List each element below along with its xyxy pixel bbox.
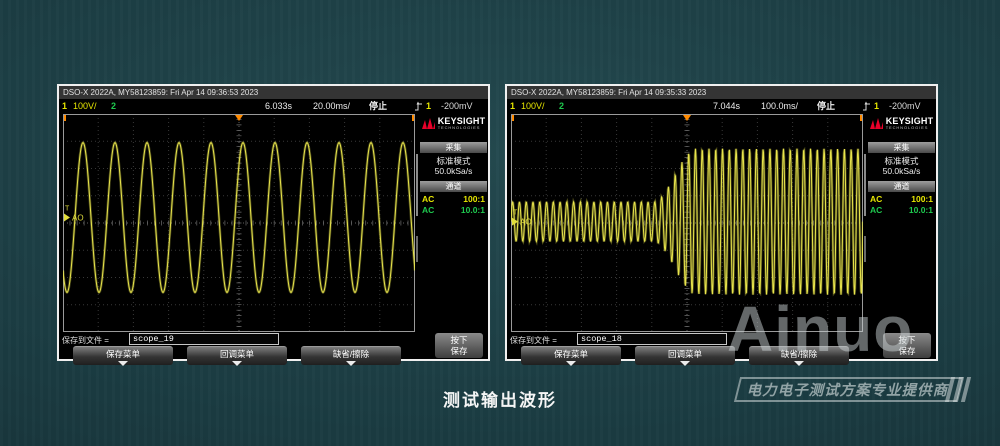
delay-readout: 6.033s <box>265 99 292 113</box>
channel1-scale: 100V/ <box>521 99 545 113</box>
channel2-probe-ratio: 10.0:1 <box>909 205 933 215</box>
filename-field[interactable]: scope_18 <box>577 333 727 345</box>
channels-panel-header: 通道 <box>420 181 487 192</box>
down-arrow-icon <box>232 361 242 366</box>
scope-model-timestamp: DSO-X 2022A, MY58123859: Fri Apr 14 09:3… <box>507 86 936 99</box>
filename-field[interactable]: scope_19 <box>129 333 279 345</box>
channel2-coupling: AC <box>422 205 434 215</box>
down-arrow-icon <box>566 361 576 366</box>
timebase-readout: 100.0ms/ <box>761 99 798 113</box>
softkey-label: 回调菜单 <box>668 349 702 359</box>
delay-readout: 7.044s <box>713 99 740 113</box>
run-state: 停止 <box>817 99 835 113</box>
trigger-source: 1 <box>426 99 431 113</box>
trigger-level: -200mV <box>441 99 473 113</box>
channel2-coupling: AC <box>870 205 882 215</box>
filename-value: scope_19 <box>130 334 278 344</box>
channel2-number: 2 <box>111 99 116 113</box>
down-arrow-icon <box>680 361 690 366</box>
scope-model-timestamp: DSO-X 2022A, MY58123859: Fri Apr 14 09:3… <box>59 86 488 99</box>
softkey-label: 保存菜单 <box>554 349 588 359</box>
trigger-source: 1 <box>874 99 879 113</box>
channel1-coupling: AC <box>422 194 434 204</box>
save-to-file-label: 保存到文件 = <box>62 335 109 346</box>
acquisition-panel-header: 采集 <box>420 142 487 153</box>
channel1-scale: 100V/ <box>73 99 97 113</box>
press-to-save-button[interactable]: 按下 保存 <box>435 333 483 358</box>
channels-panel-header: 通道 <box>868 181 935 192</box>
softkey-save-menu[interactable]: 保存菜单 <box>521 346 621 365</box>
menu-scroll-indicator <box>416 154 418 216</box>
down-arrow-icon <box>346 361 356 366</box>
scope-status-bar: 1 100V/ 2 7.044s 100.0ms/ 停止 1 -200mV <box>507 99 936 113</box>
softkey-recall-menu[interactable]: 回调菜单 <box>635 346 735 365</box>
filename-value: scope_18 <box>578 334 726 344</box>
acquisition-panel-header: 采集 <box>868 142 935 153</box>
keysight-logo: KEYSIGHT TECHNOLOGIES <box>419 117 488 130</box>
channel1-number: 1 <box>510 99 515 113</box>
run-state: 停止 <box>369 99 387 113</box>
channel2-number: 2 <box>559 99 564 113</box>
channel2-coupling-row: AC 10.0:1 <box>870 205 933 215</box>
waveform-display: TAO <box>63 114 415 332</box>
softkey-label: 保存菜单 <box>106 349 140 359</box>
channel1-coupling-row: AC 100:1 <box>870 194 933 204</box>
softkey-recall-menu[interactable]: 回调菜单 <box>187 346 287 365</box>
softkey-label: 回调菜单 <box>220 349 254 359</box>
menu-scroll-indicator <box>864 236 866 262</box>
press-save-line2: 保存 <box>435 346 483 357</box>
menu-scroll-indicator <box>416 236 418 262</box>
menu-scroll-indicator <box>864 154 866 216</box>
svg-text:AO: AO <box>72 214 84 223</box>
ainuo-slogan-text: 电力电子测试方案专业提供商 <box>745 379 952 400</box>
svg-text:T: T <box>65 206 70 213</box>
scope-status-bar: 1 100V/ 2 6.033s 20.00ms/ 停止 1 -200mV <box>59 99 488 113</box>
ainuo-watermark-logo: Ainuo <box>727 297 913 361</box>
scope-side-panel: KEYSIGHT TECHNOLOGIES 采集 标准模式 50.0kSa/s … <box>419 113 488 359</box>
channel1-coupling-row: AC 100:1 <box>422 194 485 204</box>
channel1-number: 1 <box>62 99 67 113</box>
channel2-probe-ratio: 10.0:1 <box>461 205 485 215</box>
ainuo-slogan-badge: 电力电子测试方案专业提供商 <box>734 377 964 402</box>
oscilloscope-screenshot-left: DSO-X 2022A, MY58123859: Fri Apr 14 09:3… <box>57 84 490 361</box>
keysight-sub-text: TECHNOLOGIES <box>886 126 934 130</box>
keysight-spark-icon <box>870 117 883 130</box>
keysight-spark-icon <box>422 117 435 130</box>
softkey-save-menu[interactable]: 保存菜单 <box>73 346 173 365</box>
down-arrow-icon <box>118 361 128 366</box>
keysight-sub-text: TECHNOLOGIES <box>438 126 486 130</box>
channel1-probe-ratio: 100:1 <box>463 194 485 204</box>
channel1-probe-ratio: 100:1 <box>911 194 933 204</box>
svg-text:T: T <box>513 210 518 217</box>
softkey-label: 缺省/擦除 <box>333 349 369 359</box>
sample-rate: 50.0kSa/s <box>419 166 488 176</box>
sample-rate: 50.0kSa/s <box>867 166 936 176</box>
channel1-coupling: AC <box>870 194 882 204</box>
trigger-level: -200mV <box>889 99 921 113</box>
softkey-default-erase[interactable]: 缺省/擦除 <box>301 346 401 365</box>
channel2-coupling-row: AC 10.0:1 <box>422 205 485 215</box>
save-to-file-label: 保存到文件 = <box>510 335 557 346</box>
keysight-logo: KEYSIGHT TECHNOLOGIES <box>867 117 936 130</box>
svg-text:AO: AO <box>520 218 532 227</box>
press-save-line1: 按下 <box>435 335 483 346</box>
timebase-readout: 20.00ms/ <box>313 99 350 113</box>
